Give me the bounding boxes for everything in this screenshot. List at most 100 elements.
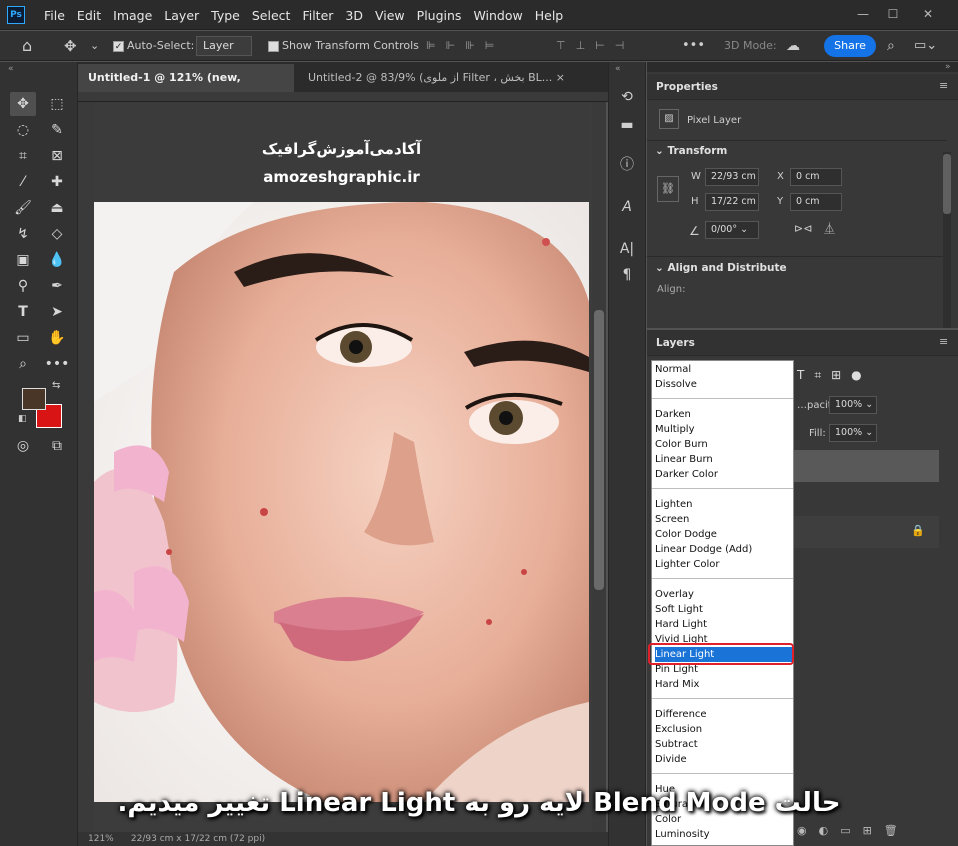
stamp-icon[interactable]: ⏏ [44, 196, 70, 220]
history-icon[interactable]: ⟲ [613, 84, 641, 110]
collapse-right-icon[interactable]: » [945, 62, 951, 72]
collapse-icon[interactable]: « [615, 64, 621, 74]
move-icon[interactable]: ✥ [10, 92, 36, 116]
menu-item-filter[interactable]: Filter [296, 8, 339, 23]
fill-field[interactable]: 100% ⌄ [829, 424, 877, 442]
menu-item-plugins[interactable]: Plugins [411, 8, 468, 23]
flip-horizontal-icon[interactable]: ⊳⊲ [794, 222, 812, 235]
blend-option[interactable]: Normal [655, 362, 792, 377]
menu-item-image[interactable]: Image [107, 8, 158, 23]
height-field[interactable]: 17/22 cm [705, 193, 759, 211]
zoom-icon[interactable]: ⌕ [10, 352, 36, 376]
quick-mask-icon[interactable]: ◎ [10, 434, 36, 458]
type-icon[interactable]: T [10, 300, 36, 324]
menu-item-select[interactable]: Select [246, 8, 297, 23]
flip-vertical-icon[interactable]: ⏅ [824, 220, 835, 236]
blend-option[interactable]: Subtract [655, 737, 792, 752]
home-icon[interactable]: ⌂ [22, 31, 32, 61]
opacity-field[interactable]: 100% ⌄ [829, 396, 877, 414]
share-button[interactable]: Share [824, 35, 876, 57]
search-icon[interactable]: ⌕ [887, 31, 895, 61]
comments-icon[interactable]: ▬ [613, 112, 641, 138]
history-brush-icon[interactable]: ↯ [10, 222, 36, 246]
blend-option[interactable]: Color Burn [655, 437, 792, 452]
layer-filter-icons[interactable]: T⌗⊞● [797, 368, 872, 383]
blend-mode-dropdown[interactable]: Normal Dissolve Darken Multiply Color Burn Li… [651, 360, 794, 846]
blend-option[interactable]: Divide [655, 752, 792, 767]
healing-icon[interactable]: ✚ [44, 170, 70, 194]
align-section[interactable]: ⌄ Align and Distribute [655, 262, 787, 274]
blend-option[interactable]: Darken [655, 407, 792, 422]
tab-untitled-2[interactable]: Untitled-2 @ 83/9% (از ملوی Filter ، بخش… [298, 64, 566, 92]
path-select-icon[interactable]: ➤ [44, 300, 70, 324]
menu-item-layer[interactable]: Layer [158, 8, 205, 23]
layers-title[interactable]: Layers [656, 337, 695, 349]
character-icon[interactable]: A| [613, 236, 641, 262]
menu-item-window[interactable]: Window [467, 8, 528, 23]
menu-item-help[interactable]: Help [529, 8, 570, 23]
workspace-icon[interactable]: ▭⌄ [914, 31, 937, 61]
blur-icon[interactable]: 💧 [44, 248, 70, 272]
layer-row-background[interactable]: 🔒 [793, 516, 939, 548]
blend-option[interactable]: Exclusion [655, 722, 792, 737]
eraser-icon[interactable]: ◇ [44, 222, 70, 246]
menu-item-3d[interactable]: 3D [339, 8, 369, 23]
blend-option[interactable]: Multiply [655, 422, 792, 437]
align-icons[interactable]: ⊫⊩⊪⊨ [426, 31, 504, 61]
lasso-icon[interactable]: ◌ [10, 118, 36, 142]
swap-colors-icon[interactable]: ⇆ [52, 380, 60, 391]
lock-icon[interactable]: 🔒 [911, 524, 925, 537]
brush-icon[interactable]: 🖌 [10, 196, 36, 220]
marquee-icon[interactable]: ⬚ [44, 92, 70, 116]
blend-option[interactable]: Linear Burn [655, 452, 792, 467]
panel-menu-icon[interactable]: ≡ [939, 335, 948, 348]
screen-mode-icon[interactable]: ⧉ [44, 434, 70, 458]
menu-item-file[interactable]: File [38, 8, 71, 23]
blend-option[interactable]: Difference [655, 707, 792, 722]
y-field[interactable]: 0 cm [790, 193, 842, 211]
minimize-icon[interactable]: — [850, 4, 876, 24]
blend-option[interactable]: Darker Color [655, 467, 792, 482]
gradient-icon[interactable]: ▣ [10, 248, 36, 272]
dodge-icon[interactable]: ⚲ [10, 274, 36, 298]
blend-option[interactable]: Linear Dodge (Add) [655, 542, 792, 557]
foreground-color-swatch[interactable] [22, 388, 46, 410]
blend-option[interactable]: Dissolve [655, 377, 792, 392]
transform-section[interactable]: ⌄ Transform [655, 145, 727, 157]
blend-option[interactable]: Overlay [655, 587, 792, 602]
close-tab-icon[interactable]: × [556, 71, 565, 84]
blend-option[interactable]: Hard Light [655, 617, 792, 632]
menu-item-view[interactable]: View [369, 8, 411, 23]
document-canvas[interactable]: آکادمی‌آموزش‌گرافیک amozeshgraphic.ir [94, 102, 589, 802]
show-transform-checkbox[interactable]: Show Transform Controls [268, 31, 419, 61]
width-field[interactable]: 22/93 cm [705, 168, 759, 186]
properties-title[interactable]: Properties [656, 81, 718, 93]
hand-icon[interactable]: ✋ [44, 326, 70, 350]
default-colors-icon[interactable]: ◧ [18, 414, 27, 424]
angle-field[interactable]: 0/00° ⌄ [705, 221, 759, 239]
pen-icon[interactable]: ✒ [44, 274, 70, 298]
chevron-down-icon[interactable]: ⌄ [90, 31, 99, 61]
cloud-icon[interactable]: ☁ [786, 31, 800, 61]
maximize-icon[interactable]: ☐ [880, 4, 906, 24]
distribute-icons[interactable]: ⊤⊥⊢⊣ [556, 31, 634, 61]
close-window-icon[interactable]: ✕ [915, 4, 941, 24]
glyphs-icon[interactable]: A [613, 194, 641, 220]
info-icon[interactable]: ⓘ [613, 152, 641, 178]
panel-menu-icon[interactable]: ≡ [939, 79, 948, 92]
move-tool-icon[interactable]: ✥ [64, 31, 77, 61]
blend-option[interactable]: Soft Light [655, 602, 792, 617]
collapse-icon[interactable]: « [8, 64, 14, 74]
blend-option[interactable]: Color Dodge [655, 527, 792, 542]
layer-row-selected[interactable] [793, 450, 939, 482]
paragraph-icon[interactable]: ¶ [613, 262, 641, 288]
blend-option[interactable]: Lighten [655, 497, 792, 512]
menu-item-type[interactable]: Type [205, 8, 246, 23]
properties-scroll-thumb[interactable] [943, 154, 951, 214]
rectangle-icon[interactable]: ▭ [10, 326, 36, 350]
auto-select-dropdown[interactable]: Layer ⌄ [196, 36, 252, 70]
auto-select-checkbox[interactable]: Auto-Select: [113, 31, 194, 61]
menu-item-edit[interactable]: Edit [71, 8, 107, 23]
scrollbar-thumb[interactable] [594, 310, 604, 590]
tab-untitled-1[interactable]: Untitled-1 @ 121% (new, RGB/8#) * × [78, 64, 294, 112]
